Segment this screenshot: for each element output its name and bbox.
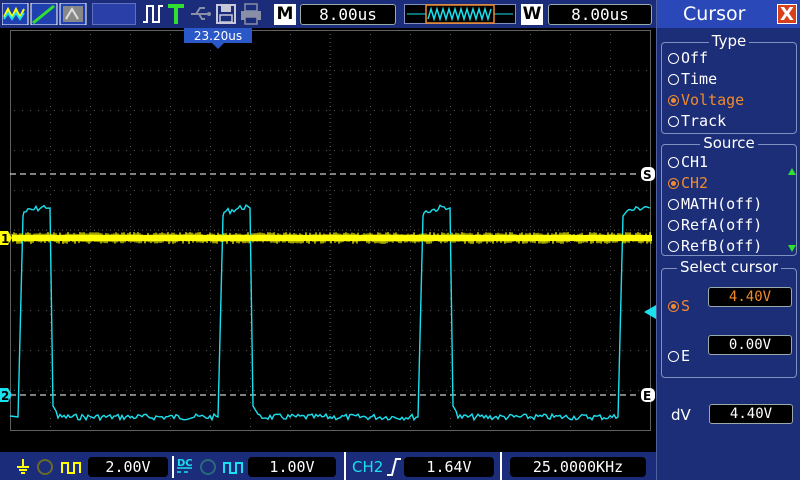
ch2-coupling-icons: DC — [172, 456, 243, 478]
svg-text:E: E — [643, 389, 651, 403]
rising-edge-icon[interactable] — [386, 457, 402, 477]
scroll-down-icon[interactable] — [788, 245, 796, 253]
cursor-e-value[interactable]: 0.00V — [708, 335, 792, 355]
graticule-grid — [10, 30, 650, 430]
top-toolbar: M 8.00us W 8.00us — [0, 0, 656, 28]
radio-icon — [668, 53, 679, 64]
bar-separator — [344, 452, 346, 480]
source-option-refb[interactable]: RefB(off) — [668, 237, 762, 255]
trigger-T-icon[interactable] — [166, 3, 186, 25]
trigger-level[interactable]: 1.64V — [404, 457, 494, 477]
select-cursor-s[interactable]: S — [668, 297, 690, 315]
radio-selected-icon — [668, 95, 679, 106]
ch-color-icons — [2, 3, 87, 25]
svg-text:S: S — [643, 168, 652, 182]
radio-icon — [668, 199, 679, 210]
dv-label: dV — [671, 406, 691, 424]
menu-title: Cursor — [683, 3, 746, 25]
printer-icon[interactable] — [240, 3, 262, 25]
cursor-e-marker[interactable]: E — [641, 388, 655, 403]
bottom-status-bar: 2.00V DC 1.00V CH2 1.64V 25.0000KHz — [0, 452, 656, 480]
window-timebase-display: 8.00us — [548, 4, 652, 25]
type-option-time[interactable]: Time — [668, 70, 717, 88]
usb-icon[interactable] — [190, 3, 212, 25]
source-option-ch2[interactable]: CH2 — [668, 174, 708, 192]
frequency-counter: 25.0000KHz — [510, 457, 646, 477]
radio-selected-icon — [668, 301, 679, 312]
memory-depth-icon[interactable] — [404, 3, 516, 25]
radio-icon — [668, 157, 679, 168]
source-group-title: Source — [700, 134, 758, 152]
type-option-off[interactable]: Off — [668, 49, 708, 67]
source-option-ch1[interactable]: CH1 — [668, 153, 708, 171]
ch2-scale[interactable]: 1.00V — [248, 457, 336, 477]
radio-selected-icon — [668, 178, 679, 189]
source-option-refa[interactable]: RefA(off) — [668, 216, 762, 234]
source-group: Source CH1 CH2 MATH(off) RefA(off) RefB(… — [661, 134, 797, 256]
svg-text:1: 1 — [1, 232, 9, 246]
cursor-s-value[interactable]: 4.40V — [708, 287, 792, 307]
scroll-up-icon[interactable] — [788, 167, 796, 175]
trigger-source[interactable]: CH2 — [352, 457, 383, 477]
svg-text:23.20us: 23.20us — [194, 29, 242, 43]
radio-icon — [668, 74, 679, 85]
select-cursor-group: Select cursor S 4.40V E 0.00V — [661, 258, 797, 378]
type-group-title: Type — [708, 32, 750, 50]
type-option-track[interactable]: Track — [668, 112, 726, 130]
square-wave-run-icon[interactable] — [142, 3, 164, 25]
dv-value: 4.40V — [709, 404, 793, 424]
floppy-save-icon[interactable] — [216, 3, 236, 25]
ch1-scale[interactable]: 2.00V — [88, 457, 168, 477]
window-letter: W — [521, 4, 543, 25]
ch1-noise — [11, 231, 652, 245]
close-button[interactable]: X — [777, 4, 797, 25]
status-empty-box — [92, 3, 136, 25]
svg-text:2: 2 — [1, 389, 9, 403]
radio-icon — [668, 220, 679, 231]
select-cursor-e[interactable]: E — [668, 347, 690, 365]
cursor-menu: Cursor X Type Off Time Voltage Track Sou… — [656, 0, 800, 480]
source-option-math[interactable]: MATH(off) — [668, 195, 762, 213]
ch1-coupling-icons — [17, 459, 81, 475]
cursor-s-marker[interactable]: S — [641, 167, 655, 182]
menu-header: Cursor X — [657, 0, 800, 28]
waveform-display[interactable]: 1 2 S E 23.20us — [0, 28, 656, 452]
bar-separator-2 — [500, 452, 502, 480]
select-cursor-title: Select cursor — [676, 258, 782, 276]
radio-icon — [668, 241, 679, 252]
type-group: Type Off Time Voltage Track — [661, 32, 797, 134]
mode-letter: M — [274, 4, 296, 25]
radio-icon — [668, 351, 679, 362]
trigger-position-marker[interactable]: 23.20us — [184, 28, 252, 49]
waveform-svg: 1 2 S E 23.20us — [0, 28, 656, 431]
timebase-display: 8.00us — [300, 4, 396, 25]
type-option-voltage[interactable]: Voltage — [668, 91, 744, 109]
radio-icon — [668, 116, 679, 127]
